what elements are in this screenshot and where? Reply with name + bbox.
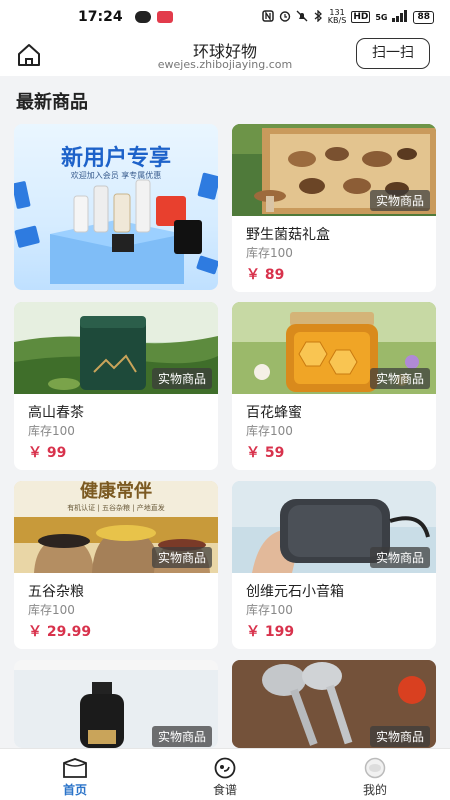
tab-home[interactable]: 首页 [0, 749, 150, 800]
home-tab-icon [62, 757, 88, 779]
product-type-tag: 实物商品 [151, 368, 212, 389]
product-card[interactable]: 实物商品 百花蜂蜜 库存100 ￥ 59 [232, 302, 436, 470]
product-price: ￥ 29.99 [28, 624, 92, 640]
product-type-tag: 实物商品 [151, 547, 212, 568]
battery-indicator: 88 [413, 10, 434, 24]
product-stock: 库存100 [28, 424, 75, 438]
product-stock: 库存100 [28, 603, 75, 617]
product-price: ￥ 199 [246, 624, 295, 640]
recipe-tab-icon [212, 757, 238, 779]
signal-icon [392, 9, 408, 25]
tab-profile[interactable]: 我的 [300, 749, 450, 800]
product-name: 创维元石小音箱 [246, 584, 344, 600]
product-price: ￥ 89 [246, 267, 285, 283]
product-price: ￥ 99 [28, 445, 67, 461]
product-card[interactable]: 实物商品 高山春茶 库存100 ￥ 99 [14, 302, 218, 470]
profile-tab-icon [362, 757, 388, 779]
app-header: 环球好物 ewejes.zhibojiaying.com 扫一扫 [0, 34, 450, 76]
net-speed-unit: KB/S [327, 16, 347, 25]
product-type-tag: 实物商品 [369, 726, 430, 747]
product-stock: 库存100 [246, 424, 293, 438]
hd-badge: HD [351, 11, 371, 23]
product-stock: 库存100 [246, 246, 293, 260]
status-bar: 17:24 131 KB/S HD 5G 88 [0, 0, 450, 34]
tab-label: 首页 [62, 783, 87, 797]
product-card[interactable]: 实物商品 [14, 660, 218, 748]
tab-recipes[interactable]: 食谱 [150, 749, 300, 800]
section-title: 最新商品 [16, 92, 88, 113]
tab-label: 我的 [362, 783, 387, 797]
product-price: ￥ 59 [246, 445, 285, 461]
product-card[interactable]: 实物商品 创维元石小音箱 库存100 ￥ 199 [232, 481, 436, 649]
mute-icon [296, 10, 308, 25]
product-card[interactable]: 实物商品 [232, 660, 436, 748]
product-type-tag: 实物商品 [369, 190, 430, 211]
scan-button[interactable]: 扫一扫 [356, 38, 430, 69]
product-type-tag: 实物商品 [369, 368, 430, 389]
product-name: 百花蜂蜜 [246, 405, 302, 421]
gift-box-illustration [14, 172, 218, 284]
product-name: 高山春茶 [28, 405, 84, 421]
app-notification-icon [156, 11, 173, 23]
product-banner-subtext: 有机认证 | 五谷杂粮 | 产地直发 [67, 504, 165, 512]
product-name: 野生菌菇礼盒 [246, 227, 330, 243]
product-card[interactable]: 健康常伴 有机认证 | 五谷杂粮 | 产地直发 实物商品 五谷杂粮 库存100 … [14, 481, 218, 649]
product-stock: 库存100 [246, 603, 293, 617]
net-speed: 131 KB/S [328, 9, 347, 25]
status-time: 17:24 [78, 9, 123, 25]
product-card[interactable]: 实物商品 野生菌菇礼盒 库存100 ￥ 89 [232, 124, 436, 292]
wechat-icon [134, 11, 151, 23]
alarm-icon [279, 10, 291, 25]
tab-label: 食谱 [212, 783, 237, 797]
product-type-tag: 实物商品 [151, 726, 212, 747]
product-type-tag: 实物商品 [369, 547, 430, 568]
nfc-icon [262, 9, 274, 25]
bluetooth-icon [313, 8, 323, 25]
product-banner-text: 健康常伴 [80, 481, 152, 502]
product-name: 五谷杂粮 [28, 584, 84, 600]
bottom-tab-bar: 首页 食谱 我的 [0, 748, 450, 800]
new-user-promo-banner[interactable]: 新用户专享 欢迎加入会员 享专属优惠 [14, 124, 218, 290]
signal-type: 5G [375, 12, 388, 22]
